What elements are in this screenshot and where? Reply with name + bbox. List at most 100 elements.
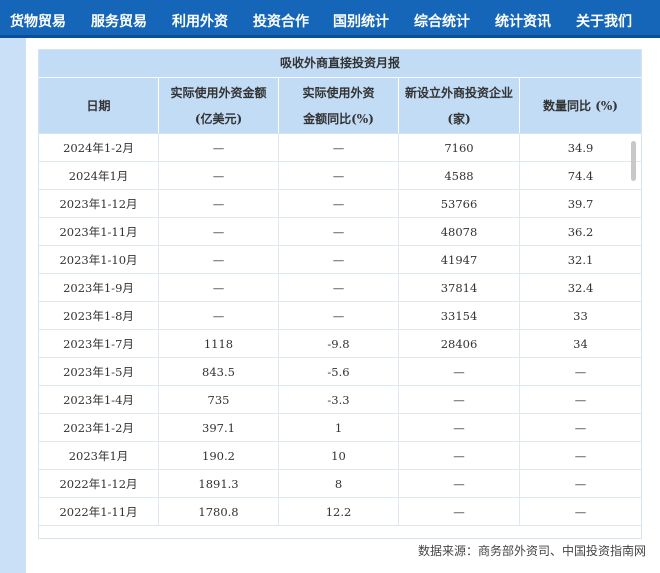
cell-new-enterprises: 28406 xyxy=(399,330,520,357)
cell-actual-amount: — xyxy=(159,302,279,329)
header-actual-use-amount-line2: (亿美元) xyxy=(194,111,243,126)
cell-actual-amount: 397.1 xyxy=(159,414,279,441)
header-amount-yoy-line1: 实际使用外资 xyxy=(302,85,375,100)
cell-count-yoy: — xyxy=(574,420,587,435)
table-row: 2024年1月 — —4588 74.4 xyxy=(39,162,641,190)
cell-new-enterprises: 7160 xyxy=(399,134,520,161)
cell-date: 2022年1-12月 xyxy=(39,470,159,497)
cell-date: 2024年1月 xyxy=(39,162,159,189)
cell-date: 2023年1-5月 xyxy=(39,358,159,385)
cell-amount-yoy: 8 xyxy=(279,470,399,497)
nav-comprehensive-statistics[interactable]: 综合统计 xyxy=(414,11,470,31)
cell-date: 2024年1-2月 xyxy=(39,134,159,161)
cell-actual-amount: 1118 xyxy=(159,330,279,357)
cell-new-enterprises: 37814 xyxy=(399,274,520,301)
cell-amount-yoy: 10 xyxy=(279,442,399,469)
cell-amount-yoy: -5.6 xyxy=(279,358,399,385)
cell-actual-amount: 190.2 xyxy=(159,442,279,469)
cell-date: 2023年1-9月 xyxy=(39,274,159,301)
fdi-monthly-table: 吸收外商直接投资月报 日期 实际使用外资金额 (亿美元) 实际使用外资 金额同比… xyxy=(38,49,642,539)
cell-amount-yoy: — xyxy=(279,162,399,189)
table-row: 2023年1-4月 735 -3.3— — xyxy=(39,386,641,414)
cell-amount-yoy: — xyxy=(279,274,399,301)
header-new-enterprises: 新设立外商投资企业 (家) xyxy=(399,78,520,133)
cell-count-yoy: 74.4 xyxy=(567,168,594,183)
cell-date: 2023年1-12月 xyxy=(39,190,159,217)
header-actual-use-amount-line1: 实际使用外资金额 xyxy=(170,85,267,100)
cell-new-enterprises: 41947 xyxy=(399,246,520,273)
nav-about-us[interactable]: 关于我们 xyxy=(576,11,632,31)
cell-actual-amount: 1780.8 xyxy=(159,498,279,525)
cell-new-enterprises: — xyxy=(399,414,520,441)
nav-investment-cooperation[interactable]: 投资合作 xyxy=(253,11,309,31)
header-amount-yoy: 实际使用外资 金额同比(%) xyxy=(279,78,399,133)
cell-amount-yoy: — xyxy=(279,134,399,161)
header-actual-use-amount: 实际使用外资金额 (亿美元) xyxy=(159,78,279,133)
top-navigation: 货物贸易 服务贸易 利用外资 投资合作 国别统计 综合统计 统计资讯 关于我们 xyxy=(0,0,660,38)
cell-count-yoy: 34 xyxy=(573,336,588,351)
cell-actual-amount: 843.5 xyxy=(159,358,279,385)
table-row: 2023年1-10月 — —41947 32.1 xyxy=(39,246,641,274)
table-row: 2023年1-12月 — —53766 39.7 xyxy=(39,190,641,218)
table-header: 日期 实际使用外资金额 (亿美元) 实际使用外资 金额同比(%) 新设立外商投资… xyxy=(39,78,641,134)
table-row: 2023年1-7月 1118 -9.8 28406 34 xyxy=(39,330,641,358)
header-amount-yoy-line2: 金额同比(%) xyxy=(303,111,374,126)
cell-count-yoy: 39.7 xyxy=(567,196,594,211)
cell-amount-yoy: -9.8 xyxy=(279,330,399,357)
cell-new-enterprises: — xyxy=(399,470,520,497)
cell-new-enterprises: — xyxy=(399,442,520,469)
cell-count-yoy: 33 xyxy=(573,308,588,323)
left-side-strip xyxy=(0,38,26,573)
header-new-enterprises-line1: 新设立外商投资企业 xyxy=(404,85,513,100)
header-count-yoy: 数量同比 (%) xyxy=(520,78,641,133)
cell-actual-amount: — xyxy=(159,218,279,245)
cell-count-yoy: — xyxy=(574,476,587,491)
table-row: 2023年1-11月 — —48078 36.2 xyxy=(39,218,641,246)
cell-count-yoy: 36.2 xyxy=(567,224,594,239)
nav-goods-trade[interactable]: 货物贸易 xyxy=(10,11,66,31)
cell-date: 2023年1-4月 xyxy=(39,386,159,413)
cell-count-yoy: — xyxy=(574,448,587,463)
cell-count-yoy: 32.1 xyxy=(567,252,594,267)
cell-new-enterprises: 53766 xyxy=(399,190,520,217)
cell-actual-amount: 1891.3 xyxy=(159,470,279,497)
cell-new-enterprises: — xyxy=(399,498,520,525)
table-row: 2022年1-11月 1780.8 12.2— — xyxy=(39,498,641,526)
cell-new-enterprises: 4588 xyxy=(399,162,520,189)
header-count-yoy-label: 数量同比 (%) xyxy=(543,98,618,113)
cell-date: 2023年1-8月 xyxy=(39,302,159,329)
cell-date: 2023年1-10月 xyxy=(39,246,159,273)
table-row: 2023年1-8月 — —33154 33 xyxy=(39,302,641,330)
cell-amount-yoy: — xyxy=(279,218,399,245)
cell-actual-amount: — xyxy=(159,162,279,189)
cell-actual-amount: — xyxy=(159,246,279,273)
header-date-label: 日期 xyxy=(86,98,111,113)
table-scrollbar-thumb[interactable] xyxy=(631,141,636,181)
cell-amount-yoy: 12.2 xyxy=(279,498,399,525)
cell-count-yoy: 32.4 xyxy=(567,280,594,295)
cell-date: 2023年1月 xyxy=(39,442,159,469)
cell-new-enterprises: 33154 xyxy=(399,302,520,329)
cell-date: 2023年1-7月 xyxy=(39,330,159,357)
nav-statistics-news[interactable]: 统计资讯 xyxy=(495,11,551,31)
nav-services-trade[interactable]: 服务贸易 xyxy=(91,11,147,31)
cell-date: 2022年1-11月 xyxy=(39,498,159,525)
cell-count-yoy: — xyxy=(574,504,587,519)
cell-new-enterprises: 48078 xyxy=(399,218,520,245)
cell-date: 2023年1-11月 xyxy=(39,218,159,245)
table-row: 2023年1月 190.2 10— — xyxy=(39,442,641,470)
cell-actual-amount: — xyxy=(159,134,279,161)
table-row: 2022年1-12月 1891.3 8— — xyxy=(39,470,641,498)
cell-amount-yoy: -3.3 xyxy=(279,386,399,413)
table-body[interactable]: 2024年1-2月 — —7160 34.9 2024年1月 — —4588 74.4 2023… xyxy=(39,134,641,526)
cell-amount-yoy: — xyxy=(279,190,399,217)
cell-count-yoy: 34.9 xyxy=(567,140,594,155)
cell-new-enterprises: — xyxy=(399,386,520,413)
nav-country-statistics[interactable]: 国别统计 xyxy=(333,11,389,31)
table-row: 2024年1-2月 — —7160 34.9 xyxy=(39,134,641,162)
nav-foreign-investment[interactable]: 利用外资 xyxy=(172,11,228,31)
cell-actual-amount: — xyxy=(159,274,279,301)
cell-amount-yoy: 1 xyxy=(279,414,399,441)
cell-amount-yoy: — xyxy=(279,246,399,273)
header-new-enterprises-line2: (家) xyxy=(447,111,471,126)
